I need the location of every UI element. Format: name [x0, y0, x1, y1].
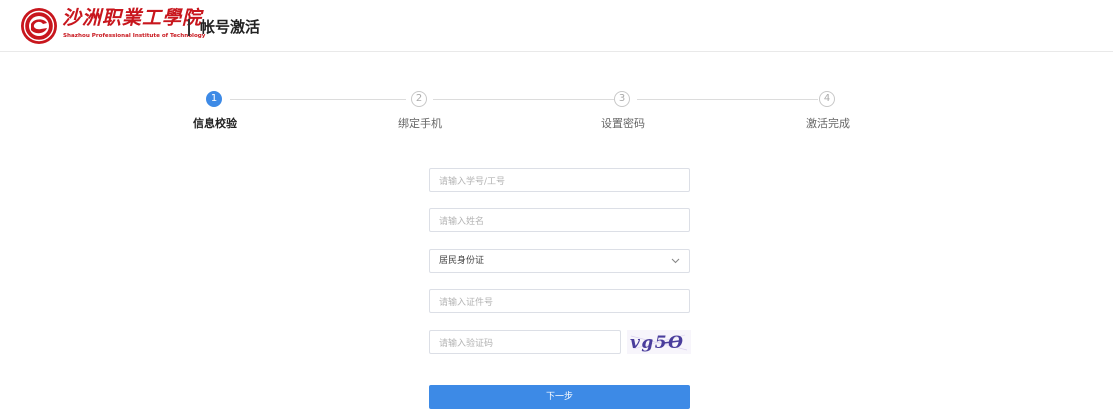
captcha-field-wrapper — [429, 330, 621, 355]
step-connector-1 — [230, 99, 406, 100]
step-4-label: 激活完成 — [806, 117, 850, 130]
name-field-wrapper — [429, 208, 690, 233]
document-type-select[interactable]: 居民身份证 — [429, 249, 690, 273]
step-2-indicator: 2 — [411, 91, 427, 107]
step-1-label: 信息校验 — [193, 117, 237, 130]
chevron-down-icon — [671, 258, 680, 264]
step-4-indicator: 4 — [819, 91, 835, 107]
captcha-image[interactable]: vg5O — [627, 330, 691, 354]
step-1-indicator: 1 — [206, 91, 222, 107]
activation-steps: 1 2 3 4 信息校验 绑定手机 设置密码 激活完成 — [0, 0, 1113, 140]
step-3-indicator: 3 — [614, 91, 630, 107]
captcha-text: vg5O — [630, 333, 684, 353]
step-3-label: 设置密码 — [601, 117, 645, 130]
document-number-input[interactable] — [430, 292, 689, 314]
name-input[interactable] — [430, 211, 689, 233]
captcha-input[interactable] — [430, 333, 620, 355]
next-step-button[interactable]: 下一步 — [429, 385, 690, 409]
student-id-field-wrapper — [429, 168, 690, 193]
document-number-field-wrapper — [429, 289, 690, 314]
step-connector-3 — [637, 99, 818, 100]
student-id-input[interactable] — [430, 171, 689, 193]
document-type-value: 居民身份证 — [439, 256, 485, 266]
step-2-label: 绑定手机 — [398, 117, 442, 130]
step-connector-2 — [433, 99, 614, 100]
